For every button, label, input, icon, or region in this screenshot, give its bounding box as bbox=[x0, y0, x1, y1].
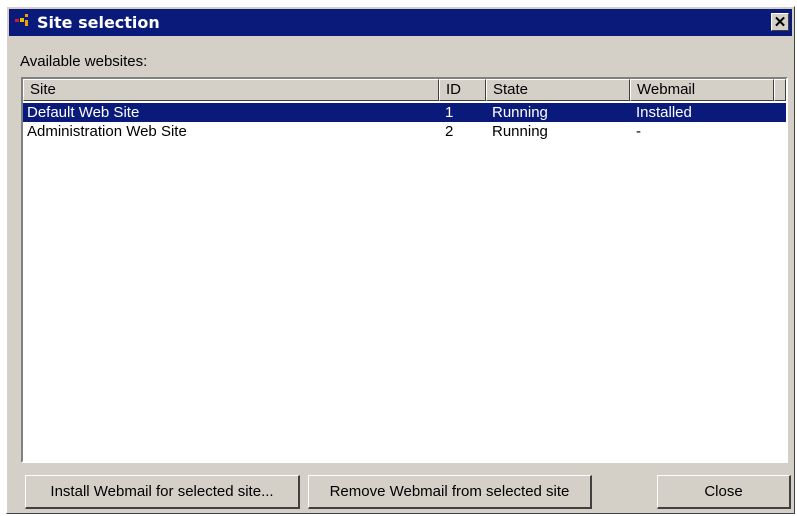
site-cell: Administration Web Site bbox=[27, 123, 187, 140]
app-icon bbox=[13, 13, 35, 32]
column-header-site[interactable]: Site bbox=[23, 79, 439, 101]
remove-webmail-button[interactable]: Remove Webmail from selected site bbox=[308, 475, 592, 509]
column-header-row: Site ID State Webmail bbox=[23, 79, 786, 101]
column-header-state[interactable]: State bbox=[486, 79, 630, 101]
state-cell: Running bbox=[492, 104, 548, 121]
websites-list[interactable]: Site ID State Webmail Default Web Site 1… bbox=[21, 77, 788, 463]
table-row[interactable]: Administration Web Site 2 Running - bbox=[23, 122, 786, 141]
title-bar[interactable]: Site selection ✕ bbox=[9, 9, 792, 36]
available-websites-label: Available websites: bbox=[20, 53, 148, 70]
site-selection-dialog: Site selection ✕ Available websites: Sit… bbox=[6, 6, 795, 514]
id-cell: 1 bbox=[445, 104, 454, 121]
state-cell: Running bbox=[492, 123, 548, 140]
webmail-cell: Installed bbox=[636, 104, 692, 121]
close-icon[interactable]: ✕ bbox=[771, 13, 789, 31]
id-cell: 2 bbox=[445, 123, 454, 140]
window-title: Site selection bbox=[37, 13, 160, 32]
column-header-webmail[interactable]: Webmail bbox=[630, 79, 774, 101]
table-row[interactable]: Default Web Site 1 Running Installed bbox=[23, 103, 786, 122]
close-button[interactable]: Close bbox=[657, 475, 791, 509]
table-rows: Default Web Site 1 Running Installed Adm… bbox=[23, 103, 786, 141]
column-header-filler bbox=[774, 79, 786, 101]
column-header-id[interactable]: ID bbox=[439, 79, 486, 101]
webmail-cell: - bbox=[636, 123, 641, 140]
install-webmail-button[interactable]: Install Webmail for selected site... bbox=[25, 475, 300, 509]
site-cell: Default Web Site bbox=[27, 104, 140, 121]
